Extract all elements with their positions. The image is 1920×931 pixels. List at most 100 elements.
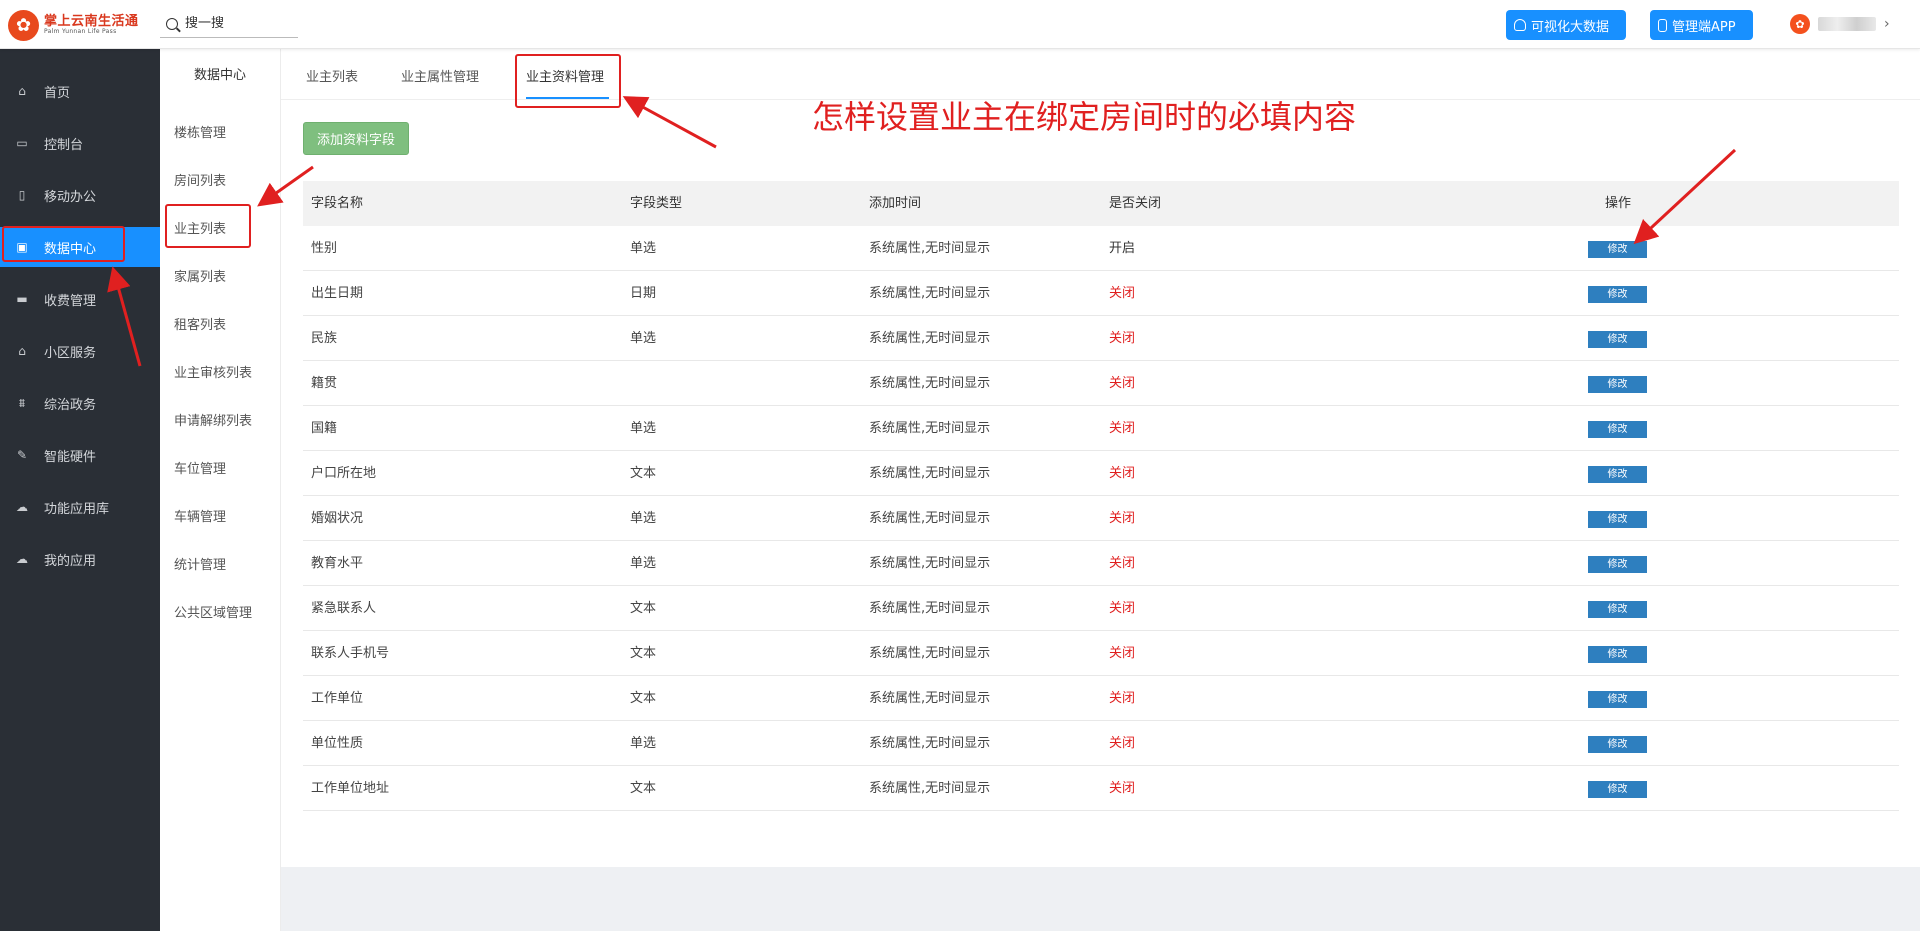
sidebar-item-1[interactable]: ▭ 控制台 [0, 123, 160, 163]
admin-app-button[interactable]: 管理端APP [1650, 10, 1753, 40]
search-box[interactable] [160, 10, 298, 38]
edit-button[interactable]: 修改 [1588, 556, 1647, 573]
tab-owner-list[interactable]: 业主列表 [306, 66, 358, 85]
logo[interactable]: ✿ 掌上云南生活通 Palm Yunnan Life Pass [8, 8, 139, 42]
cell-field-type: 单选 [630, 736, 657, 751]
edit-button[interactable]: 修改 [1588, 511, 1647, 528]
cell-added-time: 系统属性,无时间显示 [869, 601, 991, 616]
sub-nav-item-2[interactable]: 业主列表 [174, 218, 226, 237]
edit-button[interactable]: 修改 [1588, 691, 1647, 708]
edit-button[interactable]: 修改 [1588, 421, 1647, 438]
table-row: 工作单位 文本 系统属性,无时间显示 关闭 修改 [303, 676, 1899, 721]
top-bar: ✿ 掌上云南生活通 Palm Yunnan Life Pass 可视化大数据 管… [0, 0, 1920, 49]
sidebar-item-3[interactable]: ▣ 数据中心 [0, 227, 160, 267]
logo-icon: ✿ [8, 9, 39, 41]
sidebar-item-7[interactable]: ✎ 智能硬件 [0, 435, 160, 475]
search-input[interactable] [185, 16, 295, 31]
sub-nav-item-3[interactable]: 家属列表 [174, 266, 226, 285]
edit-button[interactable]: 修改 [1588, 376, 1647, 393]
cell-status: 关闭 [1109, 421, 1136, 436]
sidebar-item-label: 移动办公 [44, 189, 97, 205]
edit-button[interactable]: 修改 [1588, 736, 1647, 753]
edit-button[interactable]: 修改 [1588, 286, 1647, 303]
cloud-icon: ☁ [16, 552, 28, 566]
table-row: 国籍 单选 系统属性,无时间显示 关闭 修改 [303, 406, 1899, 451]
sidebar-item-5[interactable]: ⌂ 小区服务 [0, 331, 160, 371]
cell-field-name: 工作单位地址 [311, 781, 390, 796]
edit-button[interactable]: 修改 [1588, 646, 1647, 663]
sub-nav-item-8[interactable]: 车辆管理 [174, 506, 226, 525]
header-closed: 是否关闭 [1109, 196, 1162, 211]
cell-field-type: 文本 [630, 691, 657, 706]
visual-data-button[interactable]: 可视化大数据 [1506, 10, 1626, 40]
active-tab-indicator [526, 97, 609, 99]
cell-field-type: 单选 [630, 511, 657, 526]
sub-nav: 数据中心 楼栋管理 房间列表 业主列表 家属列表 租客列表 业主审核列表 申请解绑列表 车位管… [160, 49, 281, 931]
edit-button[interactable]: 修改 [1588, 781, 1647, 798]
tab-owner-attributes[interactable]: 业主属性管理 [401, 66, 479, 85]
cell-field-type: 单选 [630, 331, 657, 346]
cell-status: 关闭 [1109, 646, 1136, 661]
cell-status: 关闭 [1109, 376, 1136, 391]
sub-nav-item-1[interactable]: 房间列表 [174, 170, 226, 189]
logo-title: 掌上云南生活通 [44, 14, 139, 30]
fields-table: 字段名称 字段类型 添加时间 是否关闭 操作 性别 单选 系统属性,无时间显示 开启修… [303, 181, 1899, 811]
cell-status: 开启 [1109, 241, 1136, 256]
mobile-icon: ▯ [18, 188, 26, 202]
cell-field-name: 单位性质 [311, 736, 364, 751]
sidebar-item-0[interactable]: ⌂ 首页 [0, 71, 160, 111]
edit-button[interactable]: 修改 [1588, 331, 1647, 348]
table-row: 户口所在地 文本 系统属性,无时间显示 关闭 修改 [303, 451, 1899, 496]
sub-nav-item-5[interactable]: 业主审核列表 [174, 362, 252, 381]
edit-button[interactable]: 修改 [1588, 466, 1647, 483]
mobile-icon [1658, 18, 1667, 32]
annotation-text: 怎样设置业主在绑定房间时的必填内容 [812, 98, 1357, 136]
sub-nav-item-10[interactable]: 公共区域管理 [174, 602, 252, 621]
cell-field-name: 工作单位 [311, 691, 364, 706]
cell-status: 关闭 [1109, 466, 1136, 481]
laptop-icon: ▭ [16, 136, 28, 150]
header-field-name: 字段名称 [311, 196, 364, 211]
table-row: 联系人手机号 文本 系统属性,无时间显示 关闭 修改 [303, 631, 1899, 676]
cell-added-time: 系统属性,无时间显示 [869, 511, 991, 526]
sub-nav-item-7[interactable]: 车位管理 [174, 458, 226, 477]
sub-nav-item-9[interactable]: 统计管理 [174, 554, 226, 573]
cell-added-time: 系统属性,无时间显示 [869, 421, 991, 436]
sidebar-item-label: 智能硬件 [44, 449, 97, 465]
cloud-download-icon: ☁ [16, 500, 28, 514]
cell-field-name: 紧急联系人 [311, 601, 377, 616]
table-row: 性别 单选 系统属性,无时间显示 开启 修改 [303, 226, 1899, 271]
cell-field-type: 单选 [630, 421, 657, 436]
sidebar-item-2[interactable]: ▯ 移动办公 [0, 175, 160, 215]
sidebar-item-label: 数据中心 [44, 241, 97, 257]
sidebar-item-9[interactable]: ☁ 我的应用 [0, 539, 160, 579]
sidebar-item-8[interactable]: ☁ 功能应用库 [0, 487, 160, 527]
cell-field-name: 出生日期 [311, 286, 364, 301]
cell-field-name: 民族 [311, 331, 338, 346]
bank-icon: ⩩ [18, 395, 26, 410]
logo-subtitle: Palm Yunnan Life Pass [44, 27, 117, 35]
cloud-icon [1514, 19, 1526, 31]
sub-nav-item-4[interactable]: 租客列表 [174, 314, 226, 333]
table-row: 工作单位地址 文本 系统属性,无时间显示 关闭 修改 [303, 766, 1899, 811]
cell-added-time: 系统属性,无时间显示 [869, 376, 991, 391]
table-row: 单位性质 单选 系统属性,无时间显示 关闭 修改 [303, 721, 1899, 766]
sidebar-item-6[interactable]: ⩩ 综治政务 [0, 383, 160, 423]
sidebar-item-4[interactable]: ▬ 收费管理 [0, 279, 160, 319]
cell-added-time: 系统属性,无时间显示 [869, 286, 991, 301]
edit-button[interactable]: 修改 [1588, 241, 1647, 258]
cell-field-type: 文本 [630, 781, 657, 796]
chevron-right-icon: › [1884, 16, 1890, 32]
table-row: 婚姻状况 单选 系统属性,无时间显示 关闭 修改 [303, 496, 1899, 541]
table-row: 籍贯 系统属性,无时间显示 关闭 修改 [303, 361, 1899, 406]
table-row: 出生日期 日期 系统属性,无时间显示 关闭 修改 [303, 271, 1899, 316]
edit-button[interactable]: 修改 [1588, 601, 1647, 618]
sub-nav-item-0[interactable]: 楼栋管理 [174, 122, 226, 141]
cell-added-time: 系统属性,无时间显示 [869, 646, 991, 661]
tab-owner-profile[interactable]: 业主资料管理 [526, 66, 604, 85]
cell-field-name: 教育水平 [311, 556, 364, 571]
sub-nav-item-6[interactable]: 申请解绑列表 [174, 410, 252, 429]
table-row: 民族 单选 系统属性,无时间显示 关闭 修改 [303, 316, 1899, 361]
user-menu[interactable]: ✿ › [1790, 14, 1890, 34]
add-field-button[interactable]: 添加资料字段 [303, 122, 409, 155]
